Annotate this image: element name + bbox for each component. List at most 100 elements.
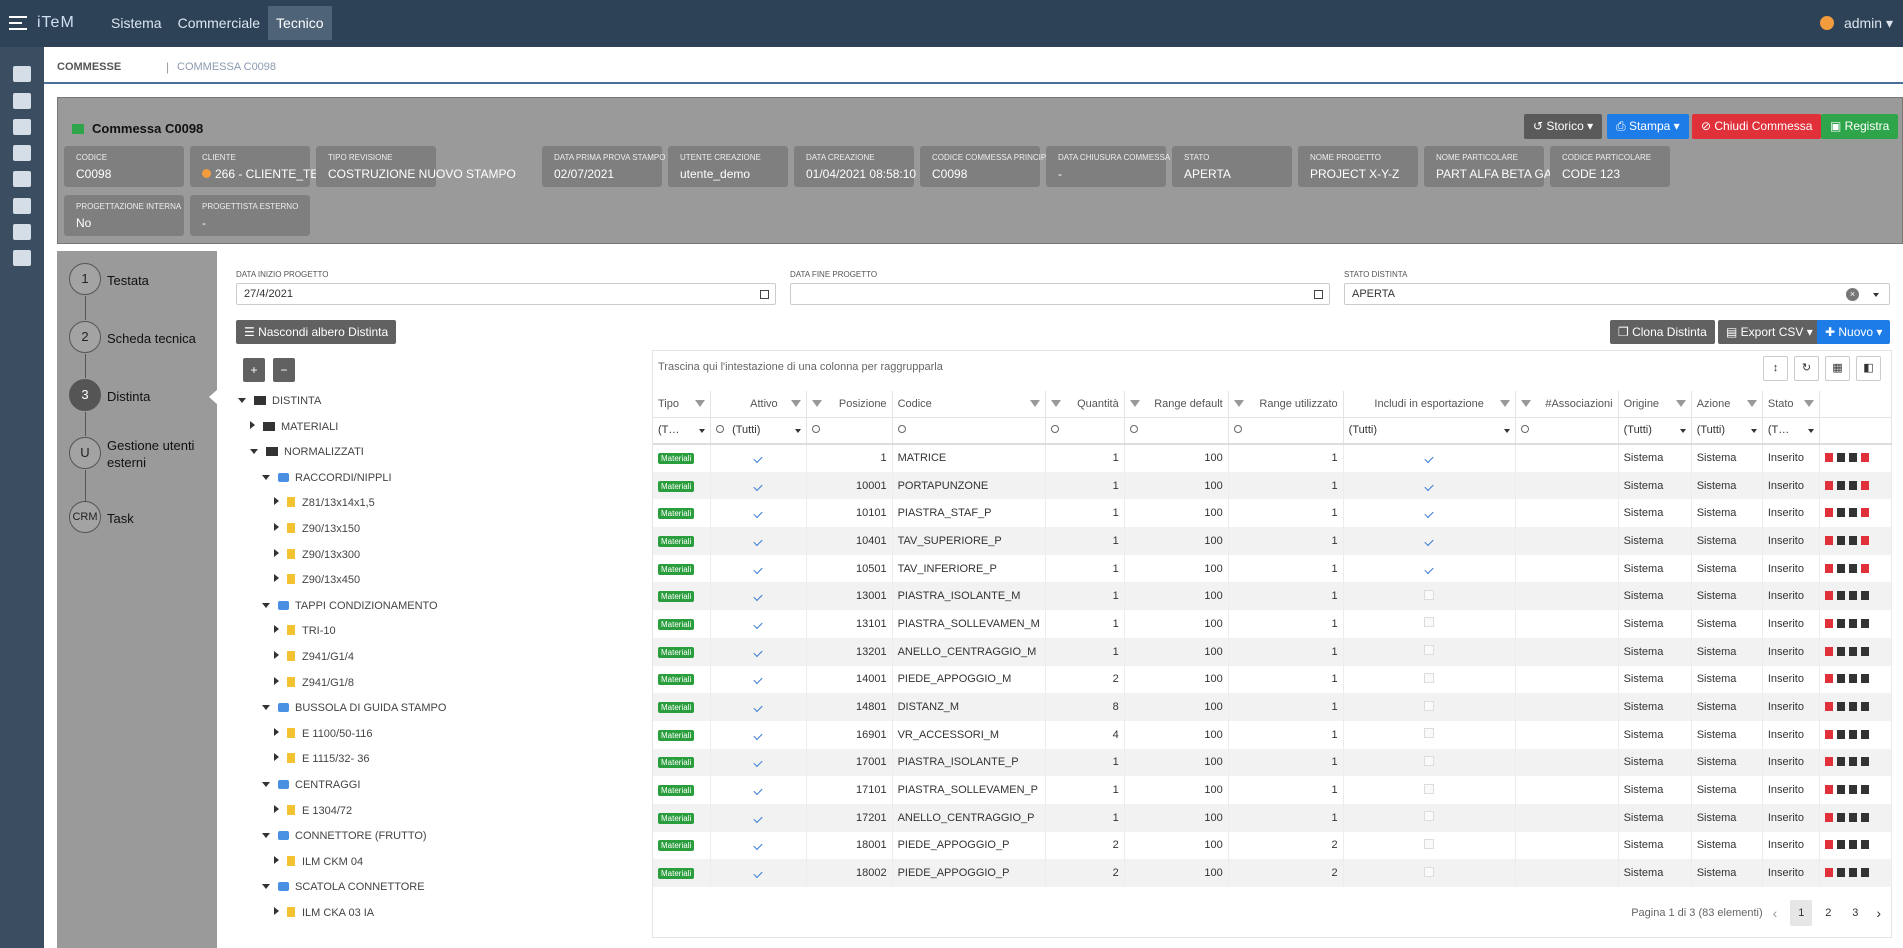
copy-icon[interactable] bbox=[1837, 591, 1846, 601]
col-tipo[interactable]: Tipo bbox=[653, 391, 712, 418]
filter-range-default[interactable] bbox=[1124, 417, 1229, 445]
table-row[interactable]: Materiali 18002 PIEDE_APPOGGIO_P 2 100 2 Siste… bbox=[653, 859, 1892, 887]
cell-includi[interactable] bbox=[1343, 471, 1516, 500]
filter-icon[interactable] bbox=[1129, 400, 1140, 407]
table-row[interactable]: Materiali 14001 PIEDE_APPOGGIO_M 2 100 1 Siste… bbox=[653, 665, 1892, 694]
cell-includi[interactable] bbox=[1343, 444, 1516, 472]
filter-icon[interactable] bbox=[811, 400, 822, 407]
filter-icon[interactable] bbox=[1804, 400, 1815, 407]
delete-icon[interactable] bbox=[1825, 563, 1834, 573]
delete-icon[interactable] bbox=[1825, 840, 1834, 850]
filter-associazioni[interactable] bbox=[1515, 417, 1619, 445]
copy-icon[interactable] bbox=[1837, 785, 1846, 795]
table-row[interactable]: Materiali 17101 PIASTRA_SOLLEVAMEN_P 1 100 1 S… bbox=[653, 776, 1892, 804]
export-row-icon[interactable] bbox=[1861, 812, 1870, 822]
export-row-icon[interactable] bbox=[1861, 868, 1870, 878]
export-row-icon[interactable] bbox=[1861, 840, 1870, 850]
checkbox-empty[interactable] bbox=[1424, 755, 1435, 766]
col-codice[interactable]: Codice bbox=[892, 391, 1046, 418]
caret-down-icon[interactable] bbox=[238, 398, 246, 403]
filter-icon[interactable] bbox=[1499, 400, 1510, 407]
cell-includi[interactable] bbox=[1343, 831, 1516, 860]
chevron-down-icon[interactable] bbox=[1873, 293, 1879, 297]
cell-includi[interactable] bbox=[1343, 859, 1516, 887]
caret-right-icon[interactable] bbox=[274, 855, 279, 864]
caret-right-icon[interactable] bbox=[274, 753, 279, 762]
step-scheda-tecnica[interactable]: 2 Scheda tecnica bbox=[69, 321, 219, 355]
caret-right-icon[interactable] bbox=[274, 548, 279, 557]
export-row-icon[interactable] bbox=[1861, 453, 1870, 463]
clipboard-icon[interactable] bbox=[1849, 674, 1858, 684]
page-1[interactable]: 1 bbox=[1790, 900, 1813, 926]
checkbox-empty[interactable] bbox=[1424, 700, 1435, 711]
clipboard-icon[interactable] bbox=[1849, 618, 1858, 628]
checkbox-empty[interactable] bbox=[1424, 728, 1435, 739]
export-row-icon[interactable] bbox=[1861, 674, 1870, 684]
layout-icon[interactable]: ◧ bbox=[1856, 356, 1881, 381]
clipboard-icon[interactable] bbox=[1849, 508, 1858, 518]
checkbox-empty[interactable] bbox=[1424, 866, 1435, 877]
delete-icon[interactable] bbox=[1825, 674, 1834, 684]
user-menu[interactable]: admin ▾ bbox=[1819, 15, 1893, 32]
cart-icon[interactable] bbox=[13, 66, 31, 82]
clipboard-icon[interactable] bbox=[1849, 757, 1858, 767]
delete-icon[interactable] bbox=[1825, 785, 1834, 795]
copy-icon[interactable] bbox=[1837, 453, 1846, 463]
clipboard-icon[interactable] bbox=[1849, 535, 1858, 545]
checkbox-empty[interactable] bbox=[1424, 617, 1435, 628]
caret-down-icon[interactable] bbox=[250, 449, 258, 455]
clipboard-icon[interactable] bbox=[1849, 453, 1858, 463]
col-quantita[interactable]: Quantità bbox=[1045, 391, 1125, 418]
col-origine[interactable]: Origine bbox=[1618, 391, 1692, 418]
filter-includi[interactable]: (Tutti) bbox=[1343, 417, 1516, 445]
table-row[interactable]: Materiali 10101 PIASTRA_STAF_P 1 100 1 Sistema… bbox=[653, 499, 1892, 528]
step-task[interactable]: CRM Task bbox=[69, 501, 219, 535]
tree-node[interactable]: TAPPI CONDIZIONAMENTO bbox=[262, 600, 438, 612]
filter-icon[interactable] bbox=[1520, 400, 1531, 407]
filter-azione[interactable]: (Tutti) bbox=[1691, 417, 1763, 445]
delete-icon[interactable] bbox=[1825, 757, 1834, 767]
filter-quantita[interactable] bbox=[1045, 417, 1125, 445]
checkbox-empty[interactable] bbox=[1424, 645, 1435, 656]
checkbox-empty[interactable] bbox=[1424, 838, 1435, 849]
table-row[interactable]: Materiali 18001 PIEDE_APPOGGIO_P 2 100 2 Siste… bbox=[653, 831, 1892, 860]
copy-icon[interactable] bbox=[1837, 563, 1846, 573]
tree-node[interactable]: TRI-10 bbox=[274, 625, 336, 637]
caret-down-icon[interactable] bbox=[262, 474, 270, 480]
col-range-default[interactable]: Range default bbox=[1124, 391, 1229, 418]
copy-icon[interactable] bbox=[1837, 840, 1846, 850]
cell-includi[interactable] bbox=[1343, 665, 1516, 694]
cell-includi[interactable] bbox=[1343, 637, 1516, 666]
cell-includi[interactable] bbox=[1343, 803, 1516, 832]
delete-icon[interactable] bbox=[1825, 618, 1834, 628]
delete-icon[interactable] bbox=[1825, 591, 1834, 601]
delete-icon[interactable] bbox=[1825, 702, 1834, 712]
export-row-icon[interactable] bbox=[1861, 480, 1870, 490]
cell-includi[interactable] bbox=[1343, 499, 1516, 528]
tree-node[interactable]: Z90/13x150 bbox=[274, 523, 360, 535]
filter-tipo[interactable]: (T… bbox=[653, 417, 712, 445]
col-associazioni[interactable]: #Associazioni bbox=[1515, 391, 1619, 418]
export-row-icon[interactable] bbox=[1861, 591, 1870, 601]
nav-tecnico[interactable]: Tecnico bbox=[268, 6, 332, 40]
refresh-icon[interactable]: ↻ bbox=[1794, 356, 1819, 381]
filter-codice[interactable] bbox=[892, 417, 1046, 445]
filter-icon[interactable] bbox=[695, 400, 706, 407]
delete-icon[interactable] bbox=[1825, 480, 1834, 490]
tree-node[interactable]: Z941/G1/4 bbox=[274, 651, 354, 663]
export-row-icon[interactable] bbox=[1861, 785, 1870, 795]
cell-includi[interactable] bbox=[1343, 693, 1516, 721]
delete-icon[interactable] bbox=[1825, 729, 1834, 739]
checkbox-empty[interactable] bbox=[1424, 783, 1435, 794]
nascondi-albero-button[interactable]: ☰ Nascondi albero Distinta bbox=[236, 320, 397, 344]
chevron-right-icon[interactable]: › bbox=[1876, 905, 1881, 921]
table-row[interactable]: Materiali 10401 TAV_SUPERIORE_P 1 100 1 Sistem… bbox=[653, 527, 1892, 555]
caret-right-icon[interactable] bbox=[274, 804, 279, 813]
nav-commerciale[interactable]: Commerciale bbox=[170, 6, 268, 40]
clipboard-icon[interactable] bbox=[1849, 729, 1858, 739]
caret-down-icon[interactable] bbox=[262, 602, 270, 608]
step-gestione-utenti[interactable]: U Gestione utenti esterni bbox=[69, 437, 219, 471]
caret-right-icon[interactable] bbox=[274, 625, 279, 634]
export-row-icon[interactable] bbox=[1861, 563, 1870, 573]
clipboard-icon[interactable] bbox=[1849, 480, 1858, 490]
